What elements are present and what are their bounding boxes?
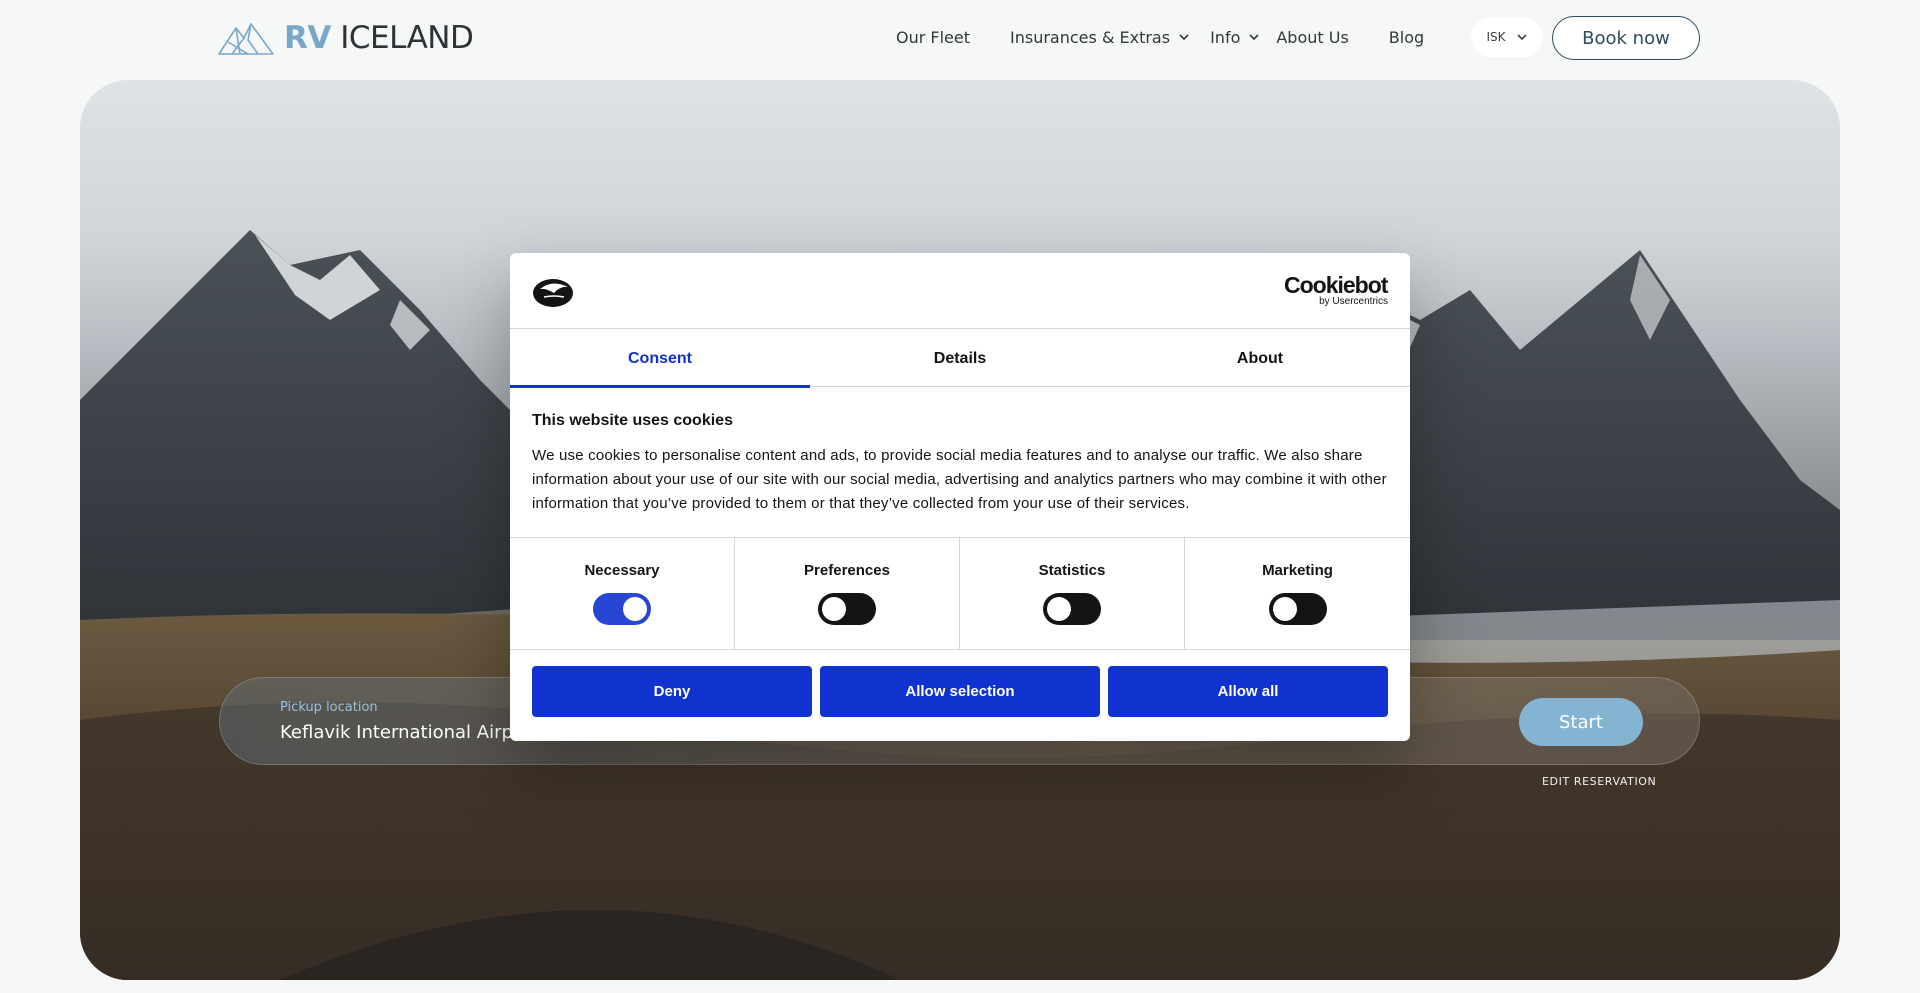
allow-all-button[interactable]: Allow all xyxy=(1108,666,1388,717)
nav-insurances-extras-label: Insurances & Extras xyxy=(1010,27,1171,47)
pickup-location-field[interactable]: Keflavik International Airpo xyxy=(280,722,524,743)
necessary-toggle[interactable] xyxy=(593,593,651,625)
nav-blog[interactable]: Blog xyxy=(1389,28,1424,47)
nav-info[interactable]: Info xyxy=(1210,28,1260,47)
nav-blog-label: Blog xyxy=(1388,27,1425,47)
category-preferences-label: Preferences xyxy=(804,562,890,579)
logo-rv: RV xyxy=(284,20,331,56)
marketing-toggle[interactable] xyxy=(1268,593,1327,625)
category-statistics: Statistics xyxy=(960,538,1185,650)
logo-iceland: ICELAND xyxy=(340,20,474,56)
rv-iceland-logo[interactable]: RV ICELAND xyxy=(218,20,474,56)
toggle-knob xyxy=(1272,597,1297,621)
category-necessary: Necessary xyxy=(510,538,735,650)
category-preferences: Preferences xyxy=(735,538,960,650)
cookie-dialog-header: Cookiebot by Usercentrics xyxy=(510,253,1410,329)
cookiebot-sub: by Usercentrics xyxy=(1319,296,1388,307)
start-button[interactable]: Start xyxy=(1519,698,1643,746)
nav-insurances-extras[interactable]: Insurances & Extras xyxy=(1010,28,1190,47)
edit-reservation-link[interactable]: EDIT RESERVATION xyxy=(1542,775,1656,788)
mountain-logo-icon xyxy=(218,23,274,55)
cookie-logo-icon xyxy=(533,279,573,307)
toggle-knob xyxy=(1047,597,1071,621)
nav-info-label: Info xyxy=(1210,27,1241,47)
main-nav: Our Fleet Insurances & Extras Info About… xyxy=(896,24,1424,50)
currency-value: ISK xyxy=(1486,30,1506,44)
cookie-consent-dialog: Cookiebot by Usercentrics Consent Detail… xyxy=(510,253,1410,741)
cookie-category-toggles: Necessary Preferences Statistics Marketi… xyxy=(510,537,1410,650)
logo-wordmark: RV ICELAND xyxy=(284,20,474,56)
category-necessary-label: Necessary xyxy=(584,562,660,579)
cookie-consent-body: This website uses cookies We use cookies… xyxy=(532,412,1388,516)
book-now-button[interactable]: Book now xyxy=(1552,16,1700,60)
cookiebot-brand[interactable]: Cookiebot by Usercentrics xyxy=(1284,273,1388,307)
site-header: RV ICELAND Our Fleet Insurances & Extras… xyxy=(0,0,1920,80)
cookie-action-buttons: Deny Allow selection Allow all xyxy=(532,666,1388,718)
tab-details[interactable]: Details xyxy=(810,330,1110,387)
preferences-toggle[interactable] xyxy=(818,593,876,625)
deny-button[interactable]: Deny xyxy=(532,666,812,717)
nav-our-fleet-label: Our Fleet xyxy=(896,27,971,47)
category-statistics-label: Statistics xyxy=(1038,562,1106,579)
category-marketing: Marketing xyxy=(1185,538,1410,650)
cookie-heading: This website uses cookies xyxy=(532,412,733,429)
tab-consent[interactable]: Consent xyxy=(510,330,810,388)
category-marketing-label: Marketing xyxy=(1262,562,1333,579)
chevron-down-icon xyxy=(1249,34,1259,41)
cookiebot-name: Cookiebot xyxy=(1284,272,1388,298)
chevron-down-icon xyxy=(1516,34,1527,41)
nav-about-us[interactable]: About Us xyxy=(1276,28,1348,47)
allow-selection-button[interactable]: Allow selection xyxy=(820,666,1100,717)
toggle-knob xyxy=(822,597,846,621)
cookie-tabs: Consent Details About xyxy=(510,330,1410,388)
toggle-knob xyxy=(623,597,647,621)
nav-our-fleet[interactable]: Our Fleet xyxy=(896,28,970,47)
tab-about[interactable]: About xyxy=(1110,330,1410,387)
statistics-toggle[interactable] xyxy=(1043,593,1101,625)
chevron-down-icon xyxy=(1179,34,1189,41)
cookie-description: We use cookies to personalise content an… xyxy=(532,447,1387,512)
currency-selector[interactable]: ISK xyxy=(1471,17,1543,57)
nav-about-us-label: About Us xyxy=(1276,27,1349,47)
pickup-location-label: Pickup location xyxy=(280,700,378,715)
